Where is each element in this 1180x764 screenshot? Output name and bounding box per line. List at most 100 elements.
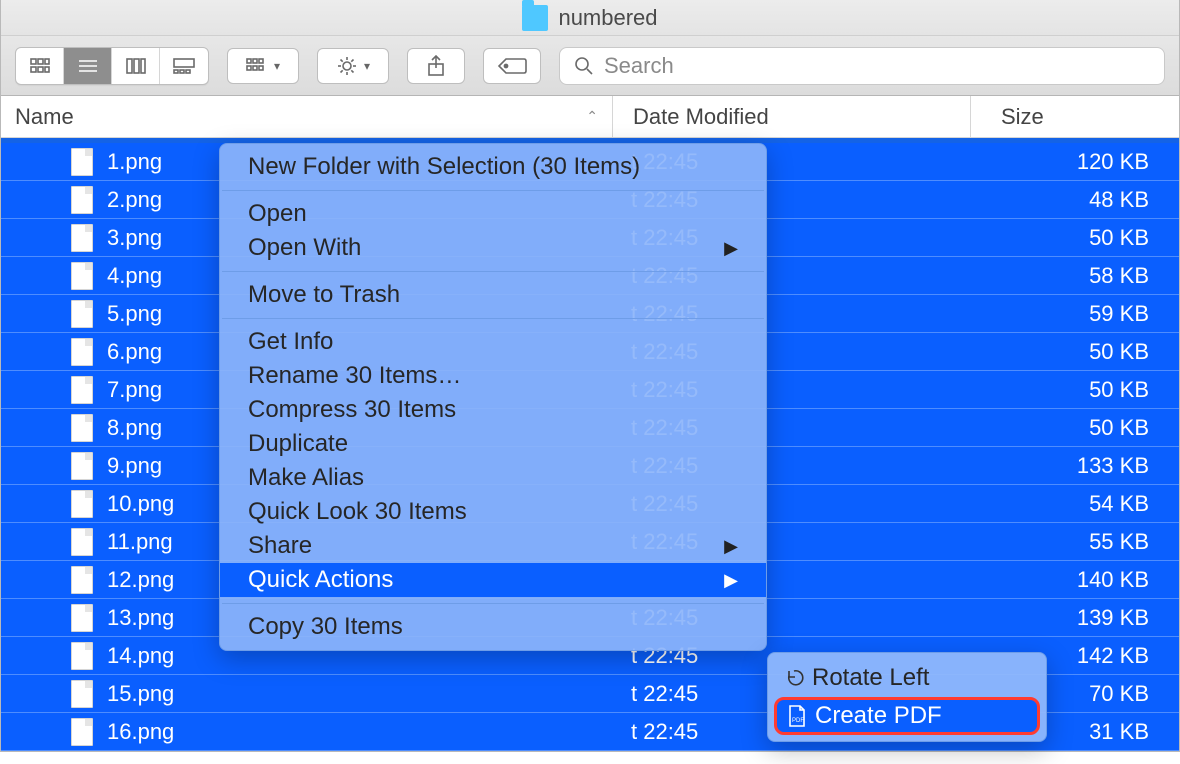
- menu-item-label: Get Info: [248, 328, 333, 356]
- file-icon: [71, 300, 93, 328]
- file-size: 55 KB: [971, 529, 1179, 555]
- file-icon: [71, 490, 93, 518]
- menu-item-label: New Folder with Selection (30 Items): [248, 153, 640, 181]
- submenu-item-label: Create PDF: [815, 702, 942, 730]
- column-header-date-label: Date Modified: [633, 104, 769, 130]
- pdf-document-icon: PDF: [785, 704, 809, 728]
- menu-item-label: Share: [248, 532, 312, 560]
- window-titlebar: numbered: [1, 0, 1179, 36]
- file-icon: [71, 604, 93, 632]
- file-name: 12.png: [107, 567, 174, 593]
- column-header-name[interactable]: Name ⌃: [1, 96, 613, 137]
- file-icon: [71, 452, 93, 480]
- submenu-item-label: Rotate Left: [812, 664, 929, 692]
- menu-separator: [222, 603, 764, 604]
- rotate-left-icon: [782, 666, 806, 690]
- file-name: 15.png: [107, 681, 174, 707]
- menu-item-open[interactable]: Open: [220, 197, 766, 231]
- file-name: 4.png: [107, 263, 162, 289]
- file-icon: [71, 642, 93, 670]
- menu-item-share[interactable]: Share ▶: [220, 529, 766, 563]
- chevron-down-icon: ▾: [274, 59, 280, 73]
- menu-item-compress[interactable]: Compress 30 Items: [220, 393, 766, 427]
- file-name: 8.png: [107, 415, 162, 441]
- file-icon: [71, 528, 93, 556]
- view-mode-segmented: [15, 47, 209, 85]
- column-headers: Name ⌃ Date Modified Size: [1, 96, 1179, 138]
- search-field[interactable]: Search: [559, 47, 1165, 85]
- menu-item-open-with[interactable]: Open With▶: [220, 231, 766, 265]
- file-icon: [71, 224, 93, 252]
- toolbar: ▾ ▾ Search: [1, 36, 1179, 96]
- quick-actions-submenu: Rotate Left PDF Create PDF: [767, 652, 1047, 742]
- menu-separator: [222, 318, 764, 319]
- menu-item-label: Move to Trash: [248, 281, 400, 309]
- file-name: 14.png: [107, 643, 174, 669]
- submenu-arrow-icon: ▶: [724, 536, 738, 557]
- menu-separator: [222, 190, 764, 191]
- file-size: 50 KB: [971, 377, 1179, 403]
- menu-item-move-to-trash[interactable]: Move to Trash: [220, 278, 766, 312]
- menu-item-copy[interactable]: Copy 30 Items: [220, 610, 766, 644]
- submenu-arrow-icon: ▶: [724, 570, 738, 591]
- file-list: 1.pngt 22:45120 KB2.pngt 22:4548 KB3.png…: [1, 143, 1179, 751]
- menu-item-label: Make Alias: [248, 464, 364, 492]
- file-name: 1.png: [107, 149, 162, 175]
- column-view-button[interactable]: [112, 48, 160, 84]
- file-name: 6.png: [107, 339, 162, 365]
- column-header-name-label: Name: [15, 104, 74, 130]
- file-size: 58 KB: [971, 263, 1179, 289]
- file-size: 50 KB: [971, 339, 1179, 365]
- menu-item-label: Quick Look 30 Items: [248, 498, 467, 526]
- menu-item-quick-actions[interactable]: Quick Actions▶: [220, 563, 766, 597]
- file-size: 50 KB: [971, 225, 1179, 251]
- list-view-button[interactable]: [64, 48, 112, 84]
- column-header-size-label: Size: [1001, 104, 1044, 130]
- menu-item-label: Compress 30 Items: [248, 396, 456, 424]
- window-title: numbered: [558, 5, 657, 31]
- menu-item-label: Duplicate: [248, 430, 348, 458]
- menu-item-new-folder-selection[interactable]: New Folder with Selection (30 Items): [220, 150, 766, 184]
- svg-text:PDF: PDF: [792, 718, 804, 724]
- file-size: 120 KB: [971, 149, 1179, 175]
- menu-item-rename[interactable]: Rename 30 Items…: [220, 359, 766, 393]
- file-icon: [71, 376, 93, 404]
- file-name: 2.png: [107, 187, 162, 213]
- file-name: 7.png: [107, 377, 162, 403]
- menu-item-get-info[interactable]: Get Info: [220, 325, 766, 359]
- file-size: 54 KB: [971, 491, 1179, 517]
- menu-item-label: Copy 30 Items: [248, 613, 403, 641]
- column-header-size[interactable]: Size: [971, 96, 1179, 137]
- menu-item-quick-look[interactable]: Quick Look 30 Items: [220, 495, 766, 529]
- file-icon: [71, 414, 93, 442]
- file-name: 5.png: [107, 301, 162, 327]
- context-menu: New Folder with Selection (30 Items) Ope…: [219, 143, 767, 651]
- menu-item-label: Rename 30 Items…: [248, 362, 461, 390]
- chevron-down-icon: ▾: [364, 59, 370, 73]
- file-size: 50 KB: [971, 415, 1179, 441]
- group-by-button[interactable]: ▾: [227, 48, 299, 84]
- icon-view-button[interactable]: [16, 48, 64, 84]
- file-icon: [71, 338, 93, 366]
- menu-separator: [222, 271, 764, 272]
- submenu-item-create-pdf[interactable]: PDF Create PDF: [774, 697, 1040, 735]
- file-icon: [71, 148, 93, 176]
- submenu-arrow-icon: ▶: [724, 238, 738, 259]
- file-name: 16.png: [107, 719, 174, 745]
- file-icon: [71, 186, 93, 214]
- file-size: 139 KB: [971, 605, 1179, 631]
- menu-item-duplicate[interactable]: Duplicate: [220, 427, 766, 461]
- file-size: 133 KB: [971, 453, 1179, 479]
- tags-button[interactable]: [483, 48, 541, 84]
- file-icon: [71, 262, 93, 290]
- file-name: 3.png: [107, 225, 162, 251]
- share-button[interactable]: [407, 48, 465, 84]
- menu-item-make-alias[interactable]: Make Alias: [220, 461, 766, 495]
- column-header-date[interactable]: Date Modified: [613, 96, 971, 137]
- file-icon: [71, 718, 93, 746]
- submenu-item-rotate-left[interactable]: Rotate Left: [768, 659, 1046, 697]
- gallery-view-button[interactable]: [160, 48, 208, 84]
- action-menu-button[interactable]: ▾: [317, 48, 389, 84]
- file-size: 59 KB: [971, 301, 1179, 327]
- file-name: 10.png: [107, 491, 174, 517]
